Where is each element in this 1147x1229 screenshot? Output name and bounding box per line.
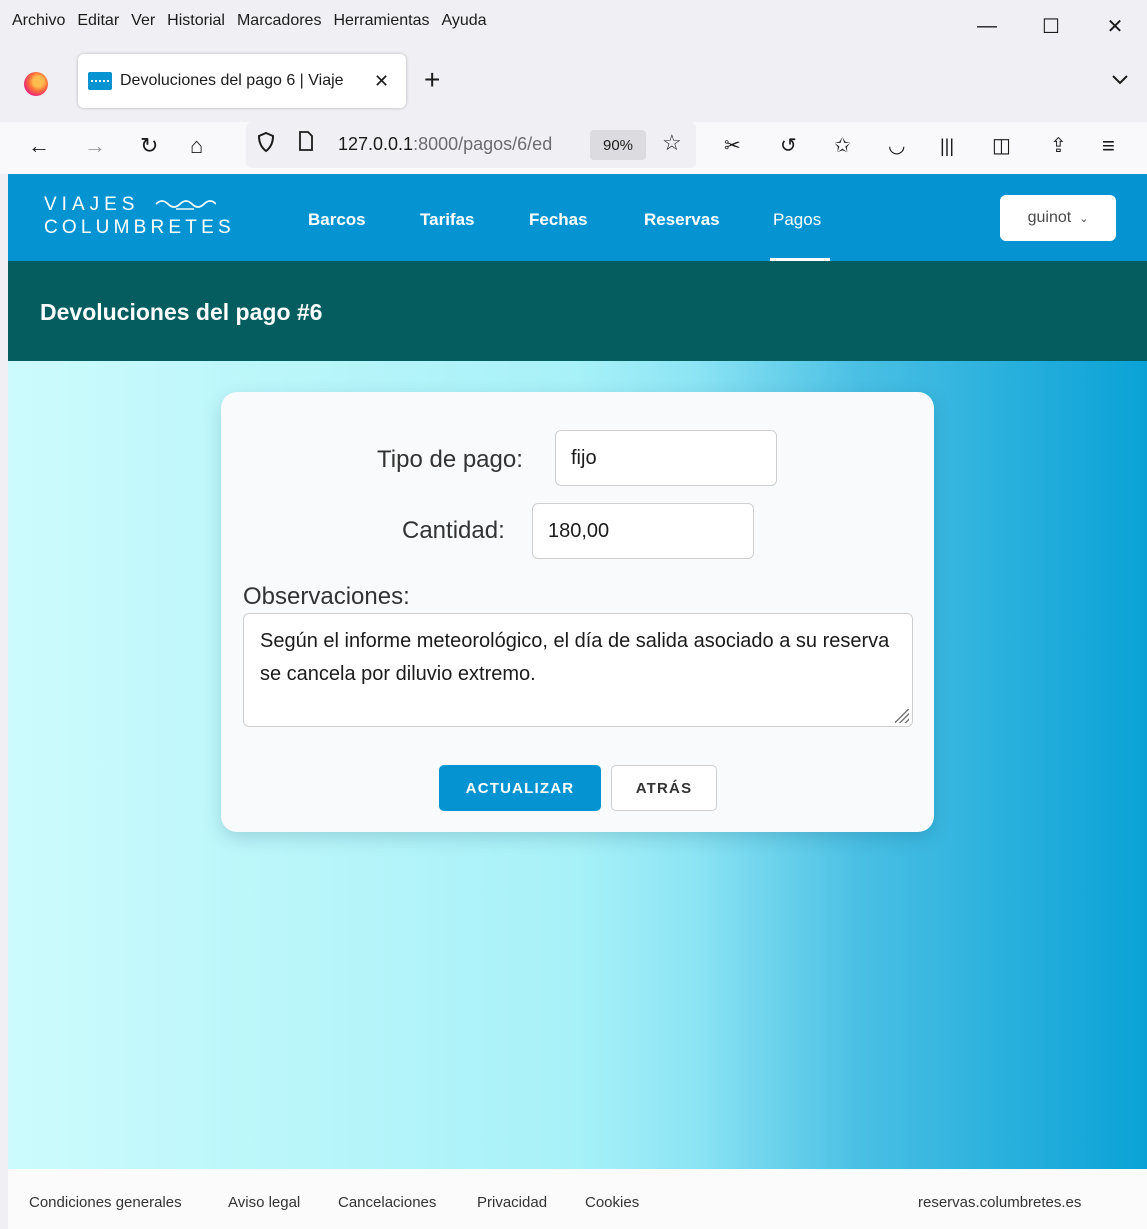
nav-tarifas[interactable]: Tarifas [420, 210, 475, 230]
minimize-button[interactable]: — [955, 6, 1019, 46]
sidebar-icon[interactable]: ◫ [992, 132, 1011, 160]
navigation-toolbar: ← → ↻ ⌂ 127.0.0.1:8000/pagos/6/ed 90% ☆ … [0, 122, 1147, 174]
page-title: Devoluciones del pago #6 [40, 299, 323, 325]
form-card: Tipo de pago: fijo Cantidad: 180,00 Obse… [221, 392, 934, 832]
menu-herramientas[interactable]: Herramientas [327, 12, 435, 30]
list-all-tabs-icon[interactable] [1111, 70, 1129, 91]
site-footer: Condiciones generales Aviso legal Cancel… [8, 1169, 1147, 1229]
back-button[interactable]: ATRÁS [611, 765, 717, 811]
tipo-pago-label: Tipo de pago: [377, 446, 523, 473]
page-title-band: Devoluciones del pago #6 [8, 261, 1147, 361]
footer-link-condiciones[interactable]: Condiciones generales [29, 1194, 182, 1211]
observaciones-text: Según el informe meteorológico, el día d… [260, 630, 890, 685]
update-button[interactable]: ACTUALIZAR [439, 765, 601, 811]
url-bar[interactable]: 127.0.0.1:8000/pagos/6/ed 90% ☆ [246, 122, 696, 168]
footer-site-domain[interactable]: reservas.columbretes.es [918, 1194, 1081, 1211]
site-favicon-icon [88, 72, 112, 90]
menu-bar: Archivo Editar Ver Historial Marcadores … [0, 0, 1147, 44]
nav-reservas[interactable]: Reservas [644, 210, 720, 230]
firefox-icon[interactable] [24, 72, 48, 96]
pocket-icon[interactable]: ◡ [888, 132, 905, 160]
home-icon[interactable]: ⌂ [190, 132, 203, 160]
back-icon[interactable]: ← [28, 132, 50, 160]
tab-close-icon[interactable]: ✕ [374, 71, 389, 92]
window-controls: — ☐ ✕ [955, 6, 1147, 46]
site-header: VIAJES COLUMBRETES Barcos Tarifas Fechas… [8, 174, 1147, 261]
observaciones-label: Observaciones: [243, 583, 410, 610]
menu-historial[interactable]: Historial [161, 12, 231, 30]
menu-ver[interactable]: Ver [125, 12, 161, 30]
app-menu-icon[interactable]: ≡ [1102, 132, 1115, 160]
screenshot-icon[interactable]: ✂ [724, 132, 741, 160]
forward-icon[interactable]: → [84, 132, 106, 160]
observaciones-textarea[interactable]: Según el informe meteorológico, el día d… [243, 613, 913, 727]
main-content: Tipo de pago: fijo Cantidad: 180,00 Obse… [8, 361, 1147, 1169]
chevron-down-icon: ⌄ [1079, 212, 1089, 225]
nav-barcos[interactable]: Barcos [308, 210, 366, 230]
logo-line-2: COLUMBRETES [44, 217, 235, 238]
menu-marcadores[interactable]: Marcadores [231, 12, 327, 30]
history-icon[interactable]: ↺ [780, 132, 797, 160]
library-icon[interactable]: ||| [940, 132, 954, 160]
footer-link-cookies[interactable]: Cookies [585, 1194, 639, 1211]
tracking-shield-icon[interactable] [256, 131, 276, 159]
user-dropdown[interactable]: guinot ⌄ [1000, 195, 1116, 241]
share-icon[interactable]: ⇪ [1050, 132, 1067, 160]
nav-pagos[interactable]: Pagos [773, 210, 821, 230]
url-host: 127.0.0.1 [338, 134, 414, 154]
footer-link-cancelaciones[interactable]: Cancelaciones [338, 1194, 436, 1211]
tab-bar: Devoluciones del pago 6 | Viaje ✕ + [0, 44, 1147, 122]
tab-active[interactable]: Devoluciones del pago 6 | Viaje ✕ [78, 54, 406, 108]
maximize-button[interactable]: ☐ [1019, 6, 1083, 46]
footer-link-privacidad[interactable]: Privacidad [477, 1194, 547, 1211]
footer-link-aviso-legal[interactable]: Aviso legal [228, 1194, 300, 1211]
tab-title: Devoluciones del pago 6 | Viaje [120, 72, 344, 89]
cantidad-field[interactable]: 180,00 [532, 503, 754, 559]
url-path: :8000/pagos/6/ed [413, 134, 553, 154]
bookmark-star-icon[interactable]: ☆ [662, 130, 682, 156]
logo-wave-icon [155, 200, 216, 210]
tipo-pago-field[interactable]: fijo [555, 430, 777, 486]
site-logo[interactable]: VIAJES COLUMBRETES [44, 194, 235, 240]
zoom-level-badge[interactable]: 90% [590, 130, 646, 160]
extensions-icon[interactable]: ✩ [834, 132, 851, 160]
menu-ayuda[interactable]: Ayuda [435, 12, 492, 30]
menu-editar[interactable]: Editar [71, 12, 125, 30]
close-window-button[interactable]: ✕ [1083, 6, 1147, 46]
new-tab-button[interactable]: + [424, 64, 440, 96]
url-text[interactable]: 127.0.0.1:8000/pagos/6/ed [338, 134, 584, 155]
cantidad-label: Cantidad: [402, 517, 505, 544]
reload-icon[interactable]: ↻ [140, 132, 158, 160]
menu-archivo[interactable]: Archivo [6, 12, 71, 30]
resize-handle-icon[interactable] [895, 709, 909, 723]
menu-list: Archivo Editar Ver Historial Marcadores … [6, 12, 493, 30]
page-info-icon[interactable] [298, 131, 314, 157]
nav-fechas[interactable]: Fechas [529, 210, 588, 230]
user-name: guinot [1027, 209, 1072, 226]
